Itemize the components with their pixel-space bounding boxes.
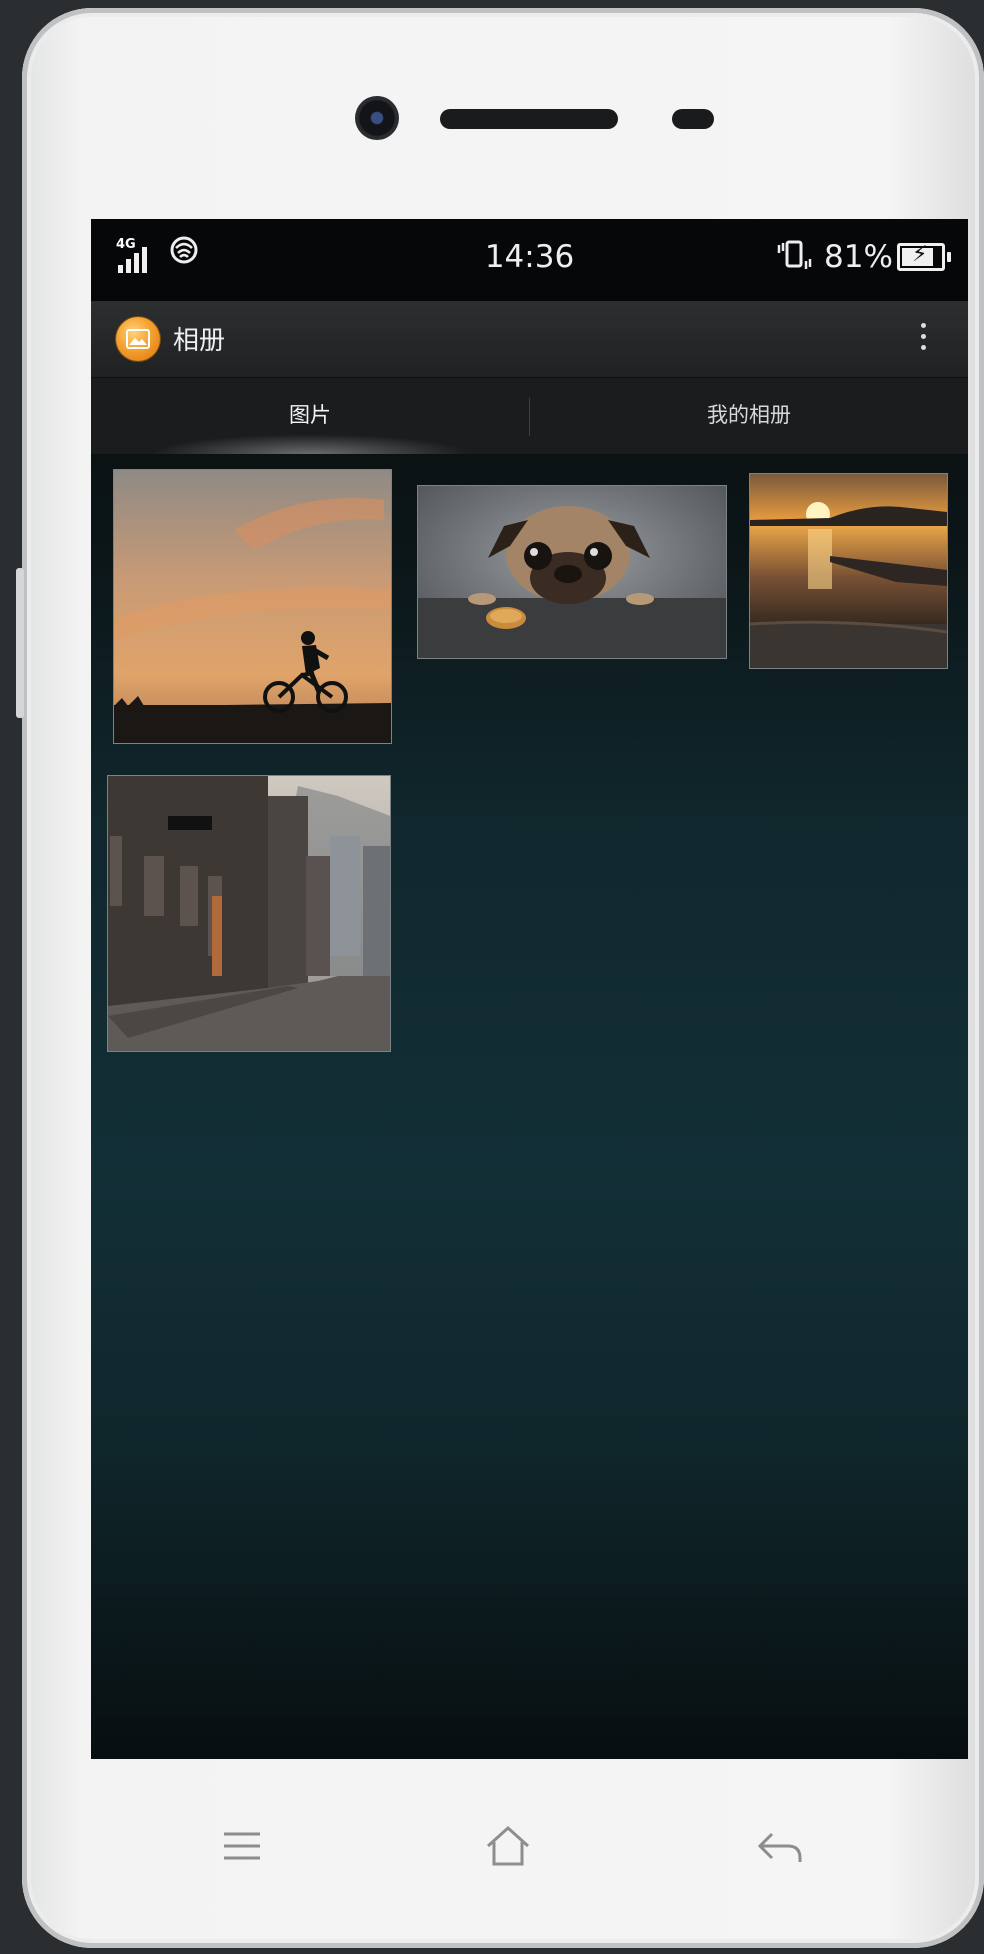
tab-bar: 图片 我的相册 <box>91 378 968 454</box>
home-icon[interactable] <box>478 1816 538 1876</box>
gallery-app-icon[interactable] <box>116 317 160 361</box>
front-camera <box>355 96 399 140</box>
volume-button <box>16 568 24 718</box>
photo-thumbnail-cyclist[interactable] <box>113 469 392 744</box>
battery-percent: 81% <box>824 239 893 275</box>
menu-icon[interactable] <box>212 1816 272 1876</box>
phone-frame: 4G 14:36 81% ⚡ 相册 图片 我的相册 <box>22 8 984 1948</box>
more-vert-icon[interactable] <box>918 323 928 357</box>
photo-thumbnail-alley[interactable] <box>107 775 391 1052</box>
tab-my-albums[interactable]: 我的相册 <box>530 378 968 454</box>
photo-thumbnail-lake[interactable] <box>749 473 948 669</box>
back-icon[interactable] <box>750 1816 810 1876</box>
proximity-sensor <box>672 109 714 129</box>
battery-charging-icon: ⚡ <box>897 242 951 271</box>
hardware-nav-bar <box>22 1798 984 1898</box>
earpiece-speaker <box>440 109 618 129</box>
vibrate-icon <box>775 239 815 279</box>
charging-bolt-icon: ⚡ <box>912 242 928 267</box>
status-bar: 4G 14:36 81% ⚡ <box>91 219 968 301</box>
page-title: 相册 <box>173 326 226 356</box>
screen: 4G 14:36 81% ⚡ 相册 图片 我的相册 <box>91 219 968 1759</box>
tab-pictures[interactable]: 图片 <box>91 378 529 454</box>
photo-thumbnail-pug[interactable] <box>417 485 727 659</box>
app-bar: 相册 <box>91 301 968 378</box>
